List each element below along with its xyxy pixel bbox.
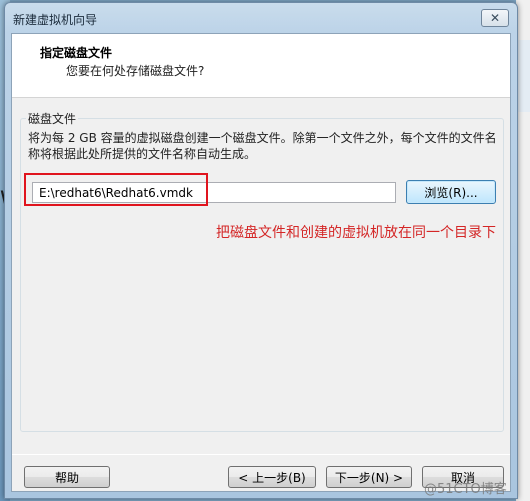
- browse-button[interactable]: 浏览(R)...: [406, 180, 496, 204]
- wizard-client-area: 指定磁盘文件 您要在何处存储磁盘文件? 磁盘文件 将为每 2 GB 容量的虚拟磁…: [11, 33, 511, 497]
- title-bar[interactable]: 新建虚拟机向导 ✕: [5, 3, 517, 33]
- close-button[interactable]: ✕: [481, 9, 509, 27]
- annotation-highlight-box: [24, 173, 208, 206]
- page-title: 指定磁盘文件: [40, 46, 113, 60]
- watermark: @51CTO博客: [424, 482, 507, 497]
- disk-file-description: 将为每 2 GB 容量的虚拟磁盘创建一个磁盘文件。除第一个文件之外，每个文件的文…: [28, 131, 497, 161]
- wizard-header: 指定磁盘文件 您要在何处存储磁盘文件?: [12, 34, 510, 98]
- wizard-window: 新建虚拟机向导 ✕ 指定磁盘文件 您要在何处存储磁盘文件? 磁盘文件 将为每 2…: [4, 2, 518, 499]
- footer-separator: [12, 454, 510, 455]
- disk-file-group: [20, 118, 504, 432]
- next-button[interactable]: 下一步(N) >: [326, 466, 412, 488]
- close-icon: ✕: [489, 11, 501, 25]
- annotation-text: 把磁盘文件和创建的虚拟机放在同一个目录下: [216, 225, 496, 241]
- background-window-right: [516, 0, 530, 501]
- page-subtitle: 您要在何处存储磁盘文件?: [66, 64, 205, 78]
- window-title: 新建虚拟机向导: [13, 13, 98, 27]
- disk-file-group-label: 磁盘文件: [26, 110, 79, 127]
- help-button[interactable]: 帮助: [24, 466, 110, 488]
- back-button[interactable]: < 上一步(B): [228, 466, 316, 488]
- background-strip: [516, 40, 530, 112]
